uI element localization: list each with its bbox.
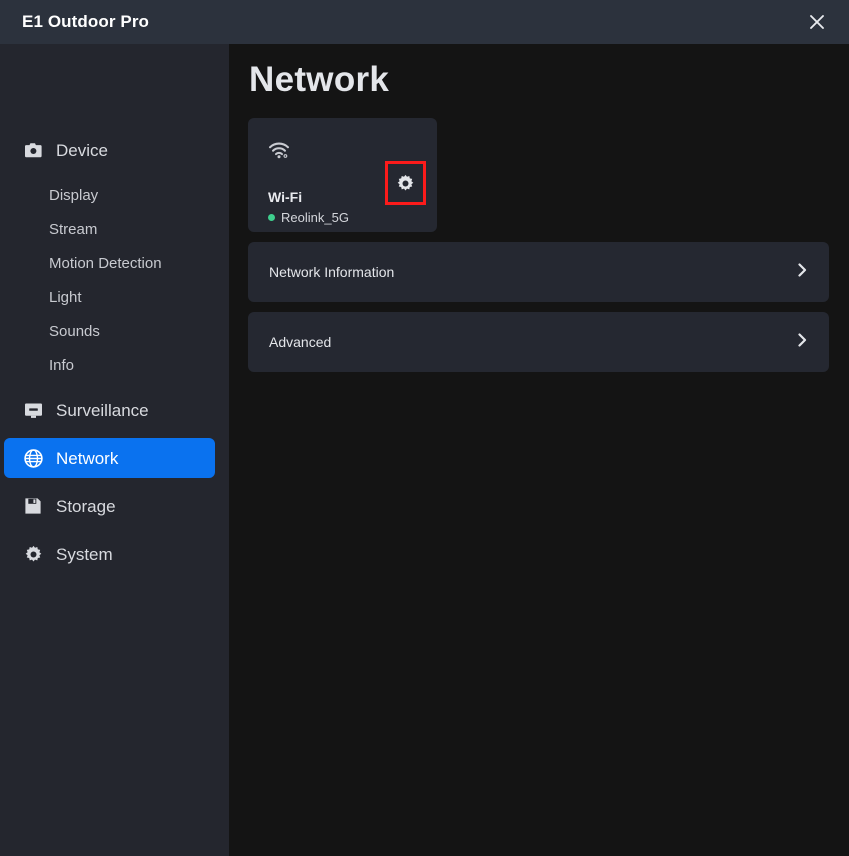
sidebar-item-storage[interactable]: Storage xyxy=(4,486,215,526)
titlebar: E1 Outdoor Pro xyxy=(0,0,849,44)
row-label: Network Information xyxy=(269,264,395,280)
sidebar-item-device[interactable]: Device xyxy=(4,130,215,170)
sidebar-item-label: Storage xyxy=(56,496,116,516)
sidebar-subitem-label: Display xyxy=(49,186,99,204)
wifi-title: Wi-Fi xyxy=(268,189,303,205)
sidebar-subitem-display[interactable]: Display xyxy=(0,178,229,212)
close-icon[interactable] xyxy=(794,0,840,44)
monitor-icon xyxy=(22,399,44,421)
sidebar-item-system[interactable]: System xyxy=(4,534,215,574)
sidebar-subitem-label: Stream xyxy=(49,220,98,238)
floppy-disk-icon xyxy=(22,495,44,517)
sidebar-subitem-info[interactable]: Info xyxy=(0,348,229,382)
main-content: Network Wi-Fi Reolink_5G Network Informa… xyxy=(229,44,849,856)
wifi-status: Reolink_5G xyxy=(268,211,349,224)
chevron-right-icon xyxy=(797,332,808,352)
camera-icon xyxy=(22,139,44,161)
gear-icon xyxy=(396,174,415,193)
app-window: E1 Outdoor Pro Device Display Stream Mot… xyxy=(0,0,849,856)
wifi-settings-button[interactable] xyxy=(385,161,426,205)
sidebar-item-label: System xyxy=(56,544,113,564)
sidebar-item-label: Device xyxy=(56,140,108,160)
chevron-right-icon xyxy=(797,262,808,282)
sidebar-item-network[interactable]: Network xyxy=(4,438,215,478)
sidebar-subitem-label: Motion Detection xyxy=(49,254,162,272)
gear-icon xyxy=(22,543,44,565)
sidebar-subitem-light[interactable]: Light xyxy=(0,280,229,314)
advanced-row[interactable]: Advanced xyxy=(248,312,829,372)
wifi-card[interactable]: Wi-Fi Reolink_5G xyxy=(248,118,437,232)
row-label: Advanced xyxy=(269,334,332,350)
sidebar-subitem-label: Light xyxy=(49,288,82,306)
sidebar: Device Display Stream Motion Detection L… xyxy=(0,44,229,856)
sidebar-item-label: Surveillance xyxy=(56,400,149,420)
wifi-icon xyxy=(268,140,290,160)
page-title: Network xyxy=(249,60,390,99)
status-indicator-dot xyxy=(268,214,275,221)
sidebar-subitem-stream[interactable]: Stream xyxy=(0,212,229,246)
network-information-row[interactable]: Network Information xyxy=(248,242,829,302)
sidebar-subitem-motion-detection[interactable]: Motion Detection xyxy=(0,246,229,280)
sidebar-subitem-label: Info xyxy=(49,356,75,374)
sidebar-item-surveillance[interactable]: Surveillance xyxy=(4,390,215,430)
globe-icon xyxy=(22,447,44,469)
sidebar-subitem-sounds[interactable]: Sounds xyxy=(0,314,229,348)
sidebar-item-label: Network xyxy=(56,448,119,468)
window-title: E1 Outdoor Pro xyxy=(22,12,150,31)
wifi-ssid-label: Reolink_5G xyxy=(281,210,349,225)
sidebar-subitem-label: Sounds xyxy=(49,322,100,340)
